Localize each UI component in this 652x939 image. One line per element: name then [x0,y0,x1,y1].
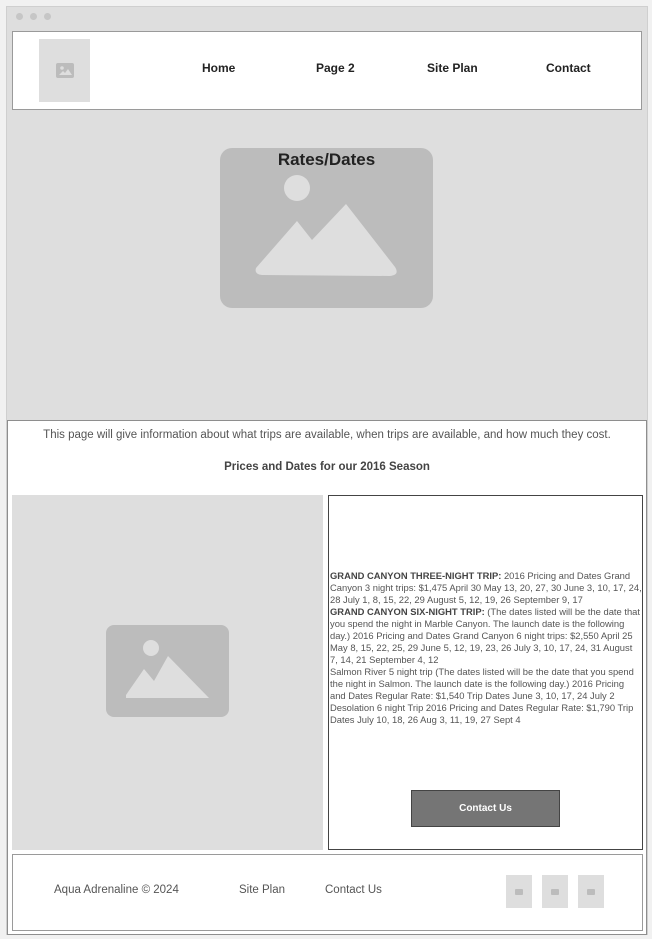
logo-placeholder[interactable] [39,39,90,102]
nav-contact[interactable]: Contact [546,61,591,75]
main-content: This page will give information about wh… [7,420,647,935]
site-footer: Aqua Adrenaline © 2024 Site Plan Contact… [12,854,643,931]
nav-site-plan[interactable]: Site Plan [427,61,478,75]
content-image-placeholder [12,495,323,850]
footer-copyright: Aqua Adrenaline © 2024 [54,884,179,896]
page-title: Rates/Dates [277,150,376,169]
trip-details: Salmon River 5 night trip (The dates lis… [330,666,634,701]
trip-entry: GRAND CANYON THREE-NIGHT TRIP: 2016 Pric… [330,570,642,606]
window-dot-icon[interactable] [16,13,23,20]
intro-text: This page will give information about wh… [43,429,611,441]
image-icon [255,175,397,276]
trip-entry: GRAND CANYON SIX-NIGHT TRIP: (The dates … [330,606,642,666]
trip-entry: Salmon River 5 night trip (The dates lis… [330,666,642,702]
contact-us-button[interactable]: Contact Us [411,790,560,827]
window-controls [16,13,51,20]
footer-link-site-plan[interactable]: Site Plan [239,884,285,896]
hero-image [220,148,433,308]
trip-heading: GRAND CANYON SIX-NIGHT TRIP: [330,606,485,617]
trip-info-panel: GRAND CANYON THREE-NIGHT TRIP: 2016 Pric… [328,495,643,850]
window-dot-icon[interactable] [44,13,51,20]
site-header: Home Page 2 Site Plan Contact [12,31,642,110]
nav-page-2[interactable]: Page 2 [316,61,355,75]
content-image [106,625,229,717]
section-subheading: Prices and Dates for our 2016 Season [224,461,430,473]
trip-entry: Desolation 6 night Trip 2016 Pricing and… [330,702,642,726]
footer-link-contact-us[interactable]: Contact Us [325,884,382,896]
window-dot-icon[interactable] [30,13,37,20]
nav-home[interactable]: Home [202,61,235,75]
image-icon [515,888,523,895]
social-icon-2[interactable] [542,875,568,908]
image-icon [126,640,209,698]
image-icon [55,63,74,78]
social-icon-3[interactable] [578,875,604,908]
social-icon-1[interactable] [506,875,532,908]
trip-info-text: GRAND CANYON THREE-NIGHT TRIP: 2016 Pric… [330,570,642,726]
image-icon [551,888,559,895]
trip-details: Desolation 6 night Trip 2016 Pricing and… [330,702,634,725]
image-icon [587,888,595,895]
trip-heading: GRAND CANYON THREE-NIGHT TRIP: [330,570,502,581]
